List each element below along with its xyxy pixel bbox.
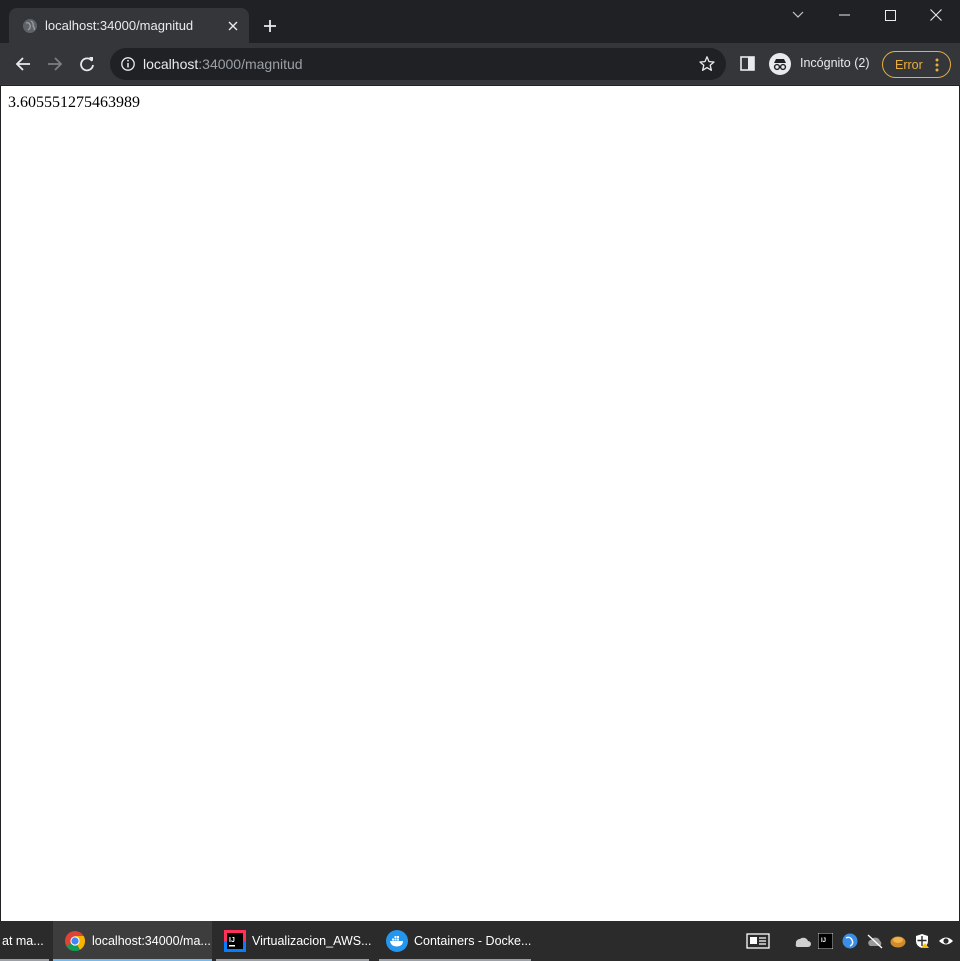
incognito-label: Incógnito (2) — [800, 56, 870, 70]
taskbar-item-docker[interactable]: Containers - Docke... — [379, 921, 531, 961]
new-tab-icon[interactable] — [260, 16, 280, 36]
url-text: localhost:34000/magnitud — [143, 56, 303, 72]
intellij-icon: IJ — [224, 930, 246, 952]
close-window-icon[interactable] — [921, 4, 951, 26]
minimize-icon[interactable] — [829, 4, 859, 26]
cloud-offline-icon[interactable] — [866, 921, 884, 961]
weather-icon[interactable] — [793, 921, 811, 961]
incognito-icon — [769, 53, 791, 75]
browser-toolbar: localhost:34000/magnitud Incógnito (2) E… — [0, 43, 960, 85]
url-host: localhost — [143, 56, 199, 72]
address-bar[interactable]: localhost:34000/magnitud — [110, 48, 726, 80]
taskbar: at ma... localhost:34000/ma... IJ Virtua… — [0, 921, 960, 961]
browser-window: localhost:34000/magnitud localhost:34000… — [0, 0, 960, 921]
taskbar-item-label: localhost:34000/ma... — [92, 934, 211, 948]
tab-strip: localhost:34000/magnitud — [0, 0, 960, 43]
back-arrow-icon[interactable] — [11, 52, 35, 76]
taskbar-item-0[interactable]: at ma... — [0, 921, 49, 961]
taskbar-item-label: Virtualizacion_AWS... — [252, 934, 372, 948]
site-info-icon[interactable] — [120, 56, 136, 72]
error-label: Error — [895, 58, 923, 72]
svg-text:IJ: IJ — [821, 938, 826, 944]
chrome-icon — [64, 930, 86, 952]
incognito-profile-button[interactable]: Incógnito (2) — [766, 50, 876, 78]
bookmark-star-icon[interactable] — [698, 55, 716, 73]
app-tray-icon[interactable] — [890, 921, 906, 961]
globe-icon — [23, 19, 37, 33]
error-button[interactable]: Error — [882, 51, 951, 78]
url-path: :34000/magnitud — [198, 56, 303, 72]
tab-active[interactable]: localhost:34000/magnitud — [9, 8, 249, 43]
docker-icon — [386, 930, 408, 952]
taskbar-item-label: at ma... — [2, 934, 44, 948]
chevron-down-icon[interactable] — [783, 4, 813, 26]
news-widget-icon[interactable] — [746, 921, 770, 961]
side-panel-icon[interactable] — [739, 55, 757, 73]
tab-title: localhost:34000/magnitud — [45, 18, 194, 33]
taskbar-item-chrome[interactable]: localhost:34000/ma... — [53, 921, 212, 961]
page-content: 3.605551275463989 — [1, 86, 959, 921]
security-shield-icon[interactable] — [914, 921, 930, 961]
eye-icon[interactable] — [938, 921, 954, 961]
network-globe-icon[interactable] — [842, 921, 858, 961]
reload-icon[interactable] — [75, 52, 99, 76]
intellij-tray-icon[interactable]: IJ — [818, 921, 833, 961]
taskbar-item-intellij[interactable]: IJ Virtualizacion_AWS... — [216, 921, 372, 961]
response-text: 3.605551275463989 — [8, 94, 140, 111]
more-vert-icon[interactable] — [934, 58, 940, 72]
maximize-icon[interactable] — [875, 4, 905, 26]
tab-close-icon[interactable] — [223, 16, 243, 36]
svg-text:IJ: IJ — [229, 937, 235, 944]
forward-arrow-icon[interactable] — [43, 52, 67, 76]
taskbar-item-label: Containers - Docke... — [414, 934, 532, 948]
